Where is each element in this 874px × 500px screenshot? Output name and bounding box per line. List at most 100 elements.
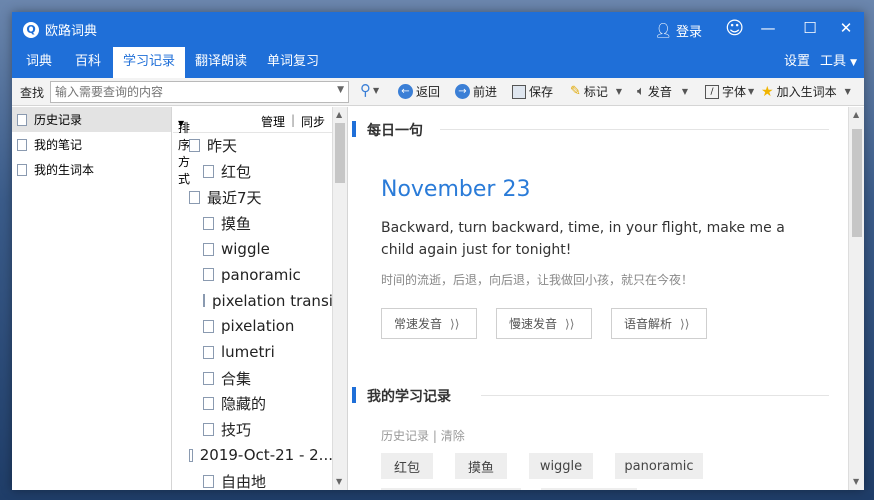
search-input[interactable] (51, 82, 331, 102)
nav-item-history[interactable]: 历史记录 (12, 107, 171, 132)
history-row-label: 合集 (221, 369, 252, 388)
history-word-row[interactable]: 隐藏的 (173, 391, 333, 417)
slow-speed-button[interactable]: 慢速发音 ⟩⟩ (496, 308, 592, 339)
scroll-thumb[interactable] (335, 123, 345, 183)
record-chip[interactable] (541, 488, 637, 490)
record-chip[interactable]: 摸鱼 (455, 453, 507, 479)
chevron-down-icon[interactable]: ▼ (682, 87, 688, 96)
scroll-thumb[interactable] (852, 129, 862, 237)
chevron-down-icon[interactable]: ▼ (616, 87, 622, 96)
title-bar: Q 欧路词典 👤︎ 登录 ☺ — ☐ ✕ (12, 12, 864, 47)
smiley-icon[interactable]: ☺ (725, 18, 744, 39)
daily-english-sentence: Backward, turn backward, time, in your f… (381, 220, 785, 258)
history-group-row[interactable]: 昨天 (173, 133, 333, 159)
history-row-label: 2019-Oct-21 - 2... (199, 446, 333, 465)
mark-button[interactable]: ✎ 标记 ▼ (570, 83, 622, 100)
record-chip[interactable]: panoramic (615, 453, 703, 479)
content-scrollbar[interactable]: ▲ ▼ (848, 107, 864, 490)
history-word-row[interactable]: lumetri (173, 339, 333, 365)
forward-label: 前进 (473, 85, 498, 99)
document-icon (203, 268, 214, 282)
search-box: ▼ (50, 81, 349, 103)
close-button[interactable]: ✕ (836, 19, 856, 37)
history-row-label: 隐藏的 (221, 395, 267, 414)
speak-button[interactable]: 🔈︎ 发音 ▼ (637, 83, 688, 100)
record-chip[interactable]: wiggle (529, 453, 593, 479)
history-header: 排序方式 ▼ 管理 | 同步 (173, 107, 347, 186)
back-arrow-icon: ← (398, 84, 413, 99)
history-row-label: pixelation (221, 317, 295, 336)
search-button[interactable]: ⚲ ▼ (360, 81, 379, 99)
sound-wave-icon: ⟩⟩ (565, 316, 575, 331)
tab-word-review[interactable]: 单词复习 (262, 47, 324, 78)
settings-menu[interactable]: 设置 (784, 47, 810, 77)
clear-link[interactable]: 清除 (441, 429, 465, 443)
history-word-row[interactable]: 红包 (173, 159, 333, 185)
history-link[interactable]: 历史记录 (381, 429, 429, 443)
sync-button[interactable]: 同步 (301, 113, 325, 130)
history-group-row[interactable]: 最近7天 (173, 185, 333, 211)
search-icon: ⚲ (360, 81, 371, 99)
scroll-up-icon[interactable]: ▲ (853, 110, 859, 119)
normal-speed-button[interactable]: 常速发音 ⟩⟩ (381, 308, 477, 339)
speech-analysis-button[interactable]: 语音解析 ⟩⟩ (611, 308, 707, 339)
nav-item-label: 我的笔记 (34, 138, 83, 152)
tab-study-records[interactable]: 学习记录 (113, 47, 185, 78)
history-word-row[interactable]: 自由地 (173, 468, 333, 490)
save-button[interactable]: 保存 (512, 83, 553, 100)
history-word-row[interactable]: wiggle (173, 236, 333, 262)
maximize-button[interactable]: ☐ (800, 19, 820, 37)
window-title: 欧路词典 (45, 24, 98, 39)
history-panel: 排序方式 ▼ 管理 | 同步 昨天 红包 最近7天 摸鱼 wiggle panoramic p… (173, 107, 348, 490)
history-word-row[interactable]: panoramic (173, 262, 333, 288)
nav-item-notes[interactable]: 我的笔记 (12, 132, 171, 157)
chevron-down-icon[interactable]: ▼ (845, 87, 851, 96)
back-button[interactable]: ← 返回 (398, 83, 440, 100)
content-pane: 每日一句 November 23 Backward, turn backward… (349, 107, 864, 490)
history-word-row[interactable]: pixelation transit (173, 288, 333, 314)
nav-item-vocabulary[interactable]: 我的生词本 (12, 157, 171, 182)
record-chip[interactable] (381, 488, 521, 490)
document-icon (189, 190, 200, 204)
history-word-row[interactable]: 合集 (173, 365, 333, 391)
separator: | (291, 113, 296, 127)
tab-encyclopedia[interactable]: 百科 (66, 47, 110, 78)
manage-button[interactable]: 管理 (261, 113, 285, 130)
nav-item-label: 我的生词本 (34, 163, 95, 177)
history-group-row[interactable]: 2019-Oct-21 - 2... (173, 443, 333, 469)
history-row-label: 技巧 (221, 421, 252, 440)
scroll-down-icon[interactable]: ▼ (853, 477, 859, 486)
font-button[interactable]: / 字体 ▼ (705, 83, 754, 100)
history-word-row[interactable]: 摸鱼 (173, 210, 333, 236)
tab-dictionary[interactable]: 词典 (17, 47, 61, 78)
scroll-down-icon[interactable]: ▼ (336, 477, 342, 486)
search-history-dropdown-icon[interactable]: ▼ (337, 85, 344, 95)
document-icon (189, 139, 200, 153)
speaker-icon: 🔈︎ (637, 84, 645, 99)
add-to-vocab-button[interactable]: ★ 加入生词本 ▼ (761, 83, 851, 100)
document-icon (203, 345, 214, 359)
history-word-row[interactable]: pixelation (173, 314, 333, 340)
record-chip[interactable]: 红包 (381, 453, 433, 479)
user-icon: 👤︎ (654, 22, 672, 39)
button-label: 语音解析 (624, 317, 673, 331)
document-icon (17, 113, 27, 126)
section-marker (352, 121, 356, 137)
history-row-label: pixelation transit (212, 291, 333, 310)
tools-menu[interactable]: 工具 ▼ (820, 47, 857, 78)
tab-translate[interactable]: 翻译朗读 (190, 47, 252, 78)
history-word-row[interactable]: 技巧 (173, 417, 333, 443)
document-icon (17, 163, 27, 176)
mark-label: 标记 (583, 85, 608, 99)
document-icon (203, 423, 214, 437)
font-label: 字体 (722, 85, 747, 99)
history-scrollbar[interactable]: ▲ ▼ (332, 107, 347, 490)
scroll-up-icon[interactable]: ▲ (336, 110, 342, 119)
document-icon (203, 294, 205, 308)
minimize-button[interactable]: — (758, 19, 778, 37)
tools-label: 工具 (820, 54, 847, 69)
forward-button[interactable]: → 前进 (455, 83, 497, 100)
find-label: 查找 (20, 86, 45, 100)
login-button[interactable]: 👤︎ 登录 (654, 21, 702, 41)
document-icon (203, 242, 214, 256)
